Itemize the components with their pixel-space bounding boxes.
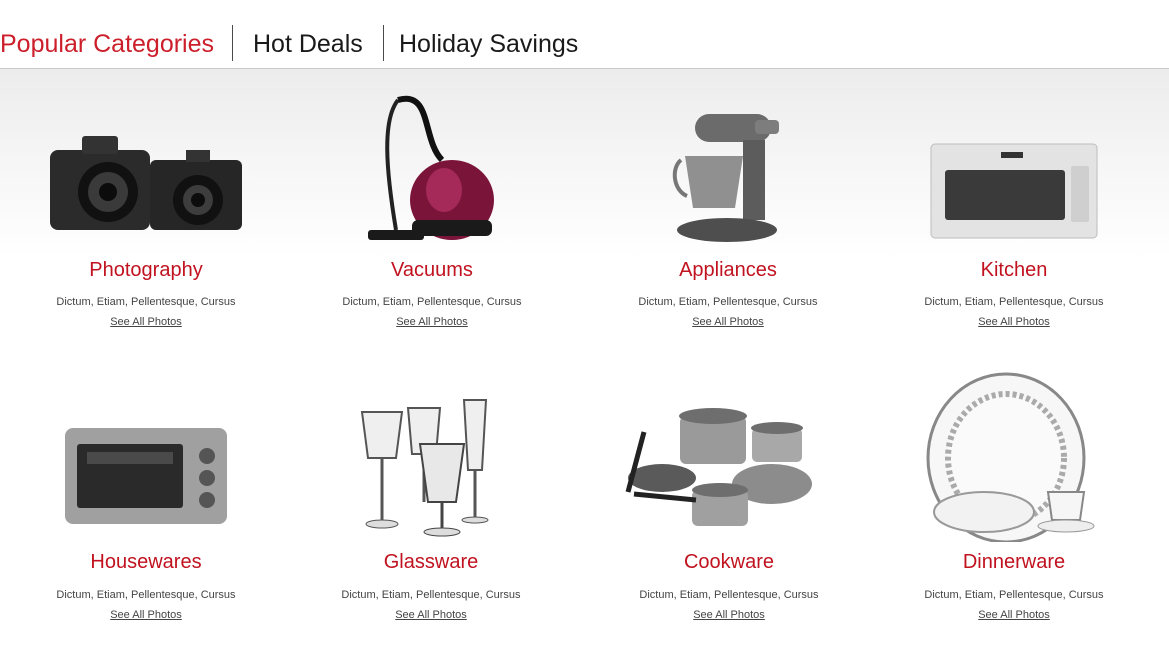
category-title[interactable]: Vacuums — [282, 259, 582, 282]
see-all-photos-link[interactable]: See All Photos — [110, 609, 182, 621]
category-title[interactable]: Dinnerware — [864, 551, 1164, 574]
tab-divider — [383, 25, 384, 61]
cookware-set-icon[interactable] — [579, 372, 879, 542]
category-description: Dictum, Etiam, Pellentesque, Cursus — [56, 589, 236, 601]
see-all-photos-link[interactable]: See All Photos — [395, 609, 467, 621]
category-title[interactable]: Cookware — [579, 551, 879, 574]
category-title[interactable]: Photography — [0, 259, 296, 282]
dinnerware-icon[interactable] — [864, 372, 1164, 542]
tab-divider — [232, 25, 233, 61]
category-tabs: Popular Categories Hot Deals Holiday Sav… — [0, 0, 1169, 69]
stand-mixer-icon[interactable] — [578, 80, 878, 250]
category-description: Dictum, Etiam, Pellentesque, Cursus — [638, 296, 818, 308]
category-description: Dictum, Etiam, Pellentesque, Cursus — [924, 589, 1104, 601]
tab-popular-categories[interactable]: Popular Categories — [0, 26, 214, 62]
tab-holiday-savings[interactable]: Holiday Savings — [399, 26, 578, 62]
category-description: Dictum, Etiam, Pellentesque, Cursus — [924, 296, 1104, 308]
category-description: Dictum, Etiam, Pellentesque, Cursus — [56, 296, 236, 308]
see-all-photos-link[interactable]: See All Photos — [110, 316, 182, 328]
see-all-photos-link[interactable]: See All Photos — [978, 316, 1050, 328]
see-all-photos-link[interactable]: See All Photos — [396, 316, 468, 328]
category-description: Dictum, Etiam, Pellentesque, Cursus — [639, 589, 819, 601]
category-title[interactable]: Glassware — [281, 551, 581, 574]
category-title[interactable]: Kitchen — [864, 259, 1164, 282]
camera-icon[interactable] — [0, 80, 296, 250]
category-description: Dictum, Etiam, Pellentesque, Cursus — [342, 296, 522, 308]
toaster-oven-icon[interactable] — [0, 372, 296, 542]
microwave-icon[interactable] — [864, 80, 1164, 250]
wine-glasses-icon[interactable] — [281, 372, 581, 542]
category-title[interactable]: Appliances — [578, 259, 878, 282]
see-all-photos-link[interactable]: See All Photos — [693, 609, 765, 621]
category-description: Dictum, Etiam, Pellentesque, Cursus — [341, 589, 521, 601]
category-title[interactable]: Housewares — [0, 551, 296, 574]
vacuum-icon[interactable] — [282, 80, 582, 250]
see-all-photos-link[interactable]: See All Photos — [692, 316, 764, 328]
tab-hot-deals[interactable]: Hot Deals — [253, 26, 363, 62]
see-all-photos-link[interactable]: See All Photos — [978, 609, 1050, 621]
